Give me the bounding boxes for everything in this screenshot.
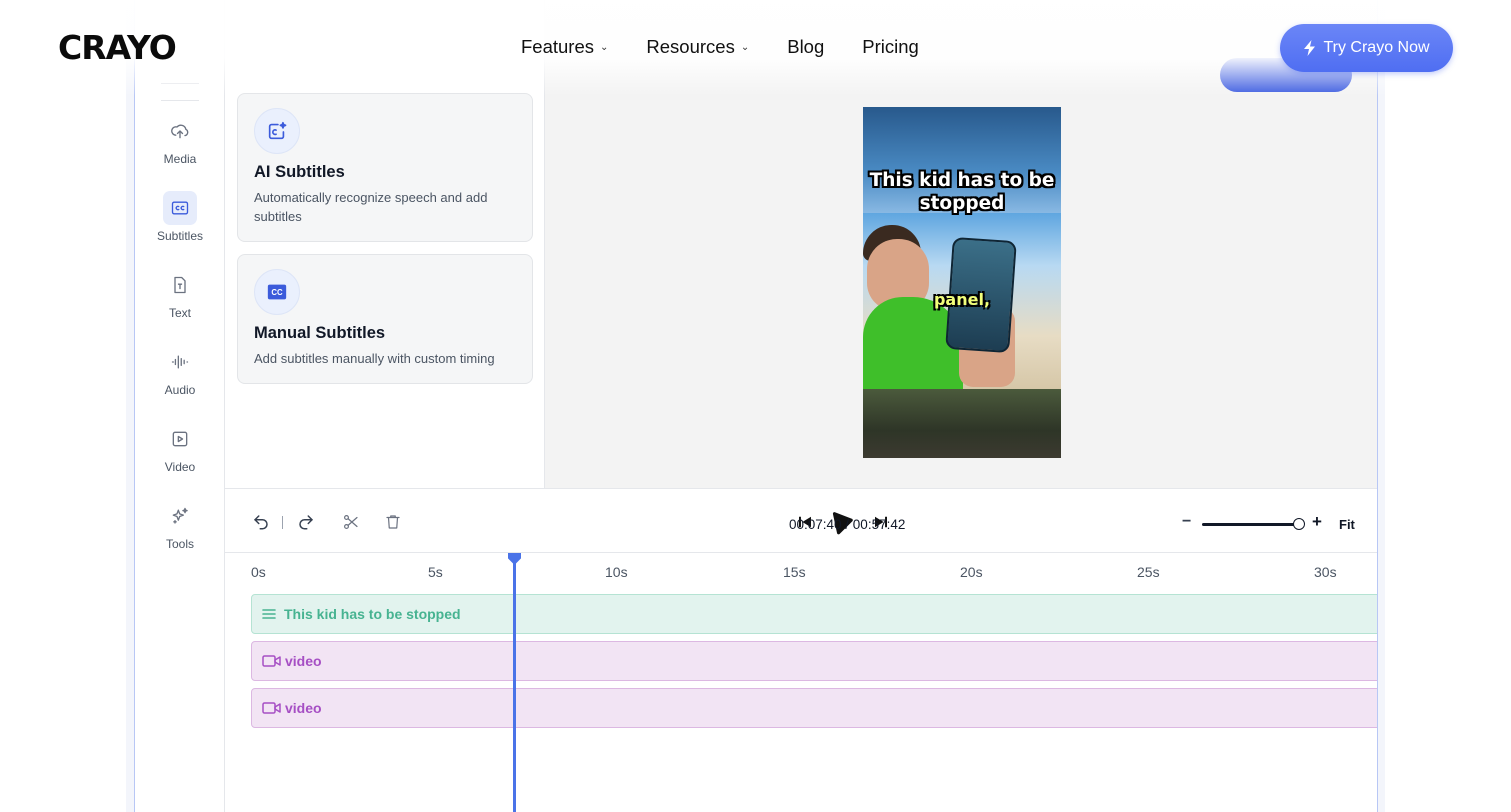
svg-text:CC: CC (271, 288, 283, 297)
nav-link-features[interactable]: Features ⌄ (521, 36, 608, 58)
subtitle-track-clip[interactable]: This kid has to be stopped (251, 594, 1377, 634)
rail-item-text[interactable]: Text (135, 268, 225, 320)
rail-label-audio: Audio (164, 383, 196, 397)
zoom-slider-track[interactable] (1202, 523, 1297, 526)
rail-item-media[interactable]: Media (135, 114, 225, 166)
ruler-tick-0: 0s (251, 564, 266, 580)
playhead-line[interactable] (513, 559, 516, 812)
rail-item-subtitles[interactable]: Subtitles (135, 191, 225, 243)
cloud-upload-icon (163, 114, 197, 148)
rail-item-video[interactable]: Video (135, 422, 225, 474)
zoom-out-button[interactable]: − (1182, 513, 1191, 531)
ai-subtitles-description: Automatically recognize speech and add s… (254, 190, 488, 224)
redo-button[interactable] (295, 511, 317, 533)
top-navigation: CRAYO Features ⌄ Resources ⌄ Blog Pricin… (0, 0, 1511, 96)
manual-subtitles-description: Add subtitles manually with custom timin… (254, 351, 495, 366)
page: Media Subtitles Text Audio Video Tools A… (0, 0, 1511, 812)
video-camera-icon (262, 655, 281, 667)
cc-icon (163, 191, 197, 225)
timeline[interactable]: 0s 5s 10s 15s 20s 25s 30s This kid has t… (225, 553, 1377, 812)
nav-link-pricing[interactable]: Pricing (862, 36, 919, 58)
ai-subtitles-card[interactable]: AI Subtitles Automatically recognize spe… (237, 93, 533, 242)
ruler-tick-25: 25s (1137, 564, 1160, 580)
crayo-logo[interactable]: CRAYO (58, 28, 177, 67)
video-track-label-1: video (285, 653, 322, 669)
rail-divider (161, 100, 199, 101)
caption-word: panel, (933, 290, 991, 309)
video-track-label-2: video (285, 700, 322, 716)
ruler-tick-10: 10s (605, 564, 628, 580)
video-camera-icon (262, 702, 281, 714)
zoom-slider-thumb[interactable] (1293, 518, 1305, 530)
video-frame[interactable]: This kid has to be stopped panel, (863, 107, 1061, 458)
delete-button[interactable] (382, 511, 404, 533)
rail-label-tools: Tools (165, 537, 194, 551)
time-display: 00:07:40 / 00:57:42 (789, 517, 906, 532)
editor-app: Media Subtitles Text Audio Video Tools A… (134, 0, 1378, 812)
ruler-tick-15: 15s (783, 564, 806, 580)
ai-subtitles-title: AI Subtitles (254, 163, 345, 181)
caption-main: This kid has to be stopped (869, 170, 1055, 214)
audio-wave-icon (163, 345, 197, 379)
nav-link-resources-label: Resources (646, 36, 735, 57)
bolt-icon (1304, 40, 1316, 56)
video-bottom-clip (863, 389, 1061, 458)
subtitle-track-label: This kid has to be stopped (284, 606, 461, 622)
sparkle-icon (163, 499, 197, 533)
zoom-fit-button[interactable]: Fit (1339, 517, 1355, 532)
manual-subtitles-title: Manual Subtitles (254, 324, 386, 342)
ruler-tick-5: 5s (428, 564, 443, 580)
ai-sparkle-box-icon (254, 108, 300, 154)
chevron-down-icon: ⌄ (740, 41, 750, 53)
rail-item-tools[interactable]: Tools (135, 499, 225, 551)
nav-link-blog[interactable]: Blog (787, 36, 824, 58)
nav-link-features-label: Features (521, 36, 595, 57)
video-play-icon (163, 422, 197, 456)
zoom-in-button[interactable]: + (1312, 512, 1322, 532)
rail-item-audio[interactable]: Audio (135, 345, 225, 397)
video-track-clip-2[interactable]: video (251, 688, 1377, 728)
rail-label-subtitles: Subtitles (156, 229, 204, 243)
lines-icon (262, 609, 276, 619)
playback-controls: 00:07:40 / 00:57:42 − + Fit (225, 488, 1377, 553)
ruler-tick-20: 20s (960, 564, 983, 580)
nav-link-resources[interactable]: Resources ⌄ (646, 36, 749, 58)
cc-filled-icon: CC (254, 269, 300, 315)
rail-label-media: Media (163, 152, 197, 166)
undo-redo-separator (282, 516, 283, 529)
manual-subtitles-card[interactable]: CC Manual Subtitles Add subtitles manual… (237, 254, 533, 384)
text-icon (163, 268, 197, 302)
try-crayo-button[interactable]: Try Crayo Now (1280, 24, 1453, 72)
left-rail: Media Subtitles Text Audio Video Tools (135, 0, 225, 812)
video-track-clip-1[interactable]: video (251, 641, 1377, 681)
nav-links: Features ⌄ Resources ⌄ Blog Pricing (521, 36, 957, 58)
rail-label-text: Text (168, 306, 191, 320)
chevron-down-icon: ⌄ (600, 41, 609, 53)
try-crayo-label: Try Crayo Now (1323, 39, 1430, 56)
undo-button[interactable] (250, 511, 272, 533)
rail-label-video: Video (164, 460, 196, 474)
split-scissors-button[interactable] (340, 511, 362, 533)
ruler-tick-30: 30s (1314, 564, 1337, 580)
